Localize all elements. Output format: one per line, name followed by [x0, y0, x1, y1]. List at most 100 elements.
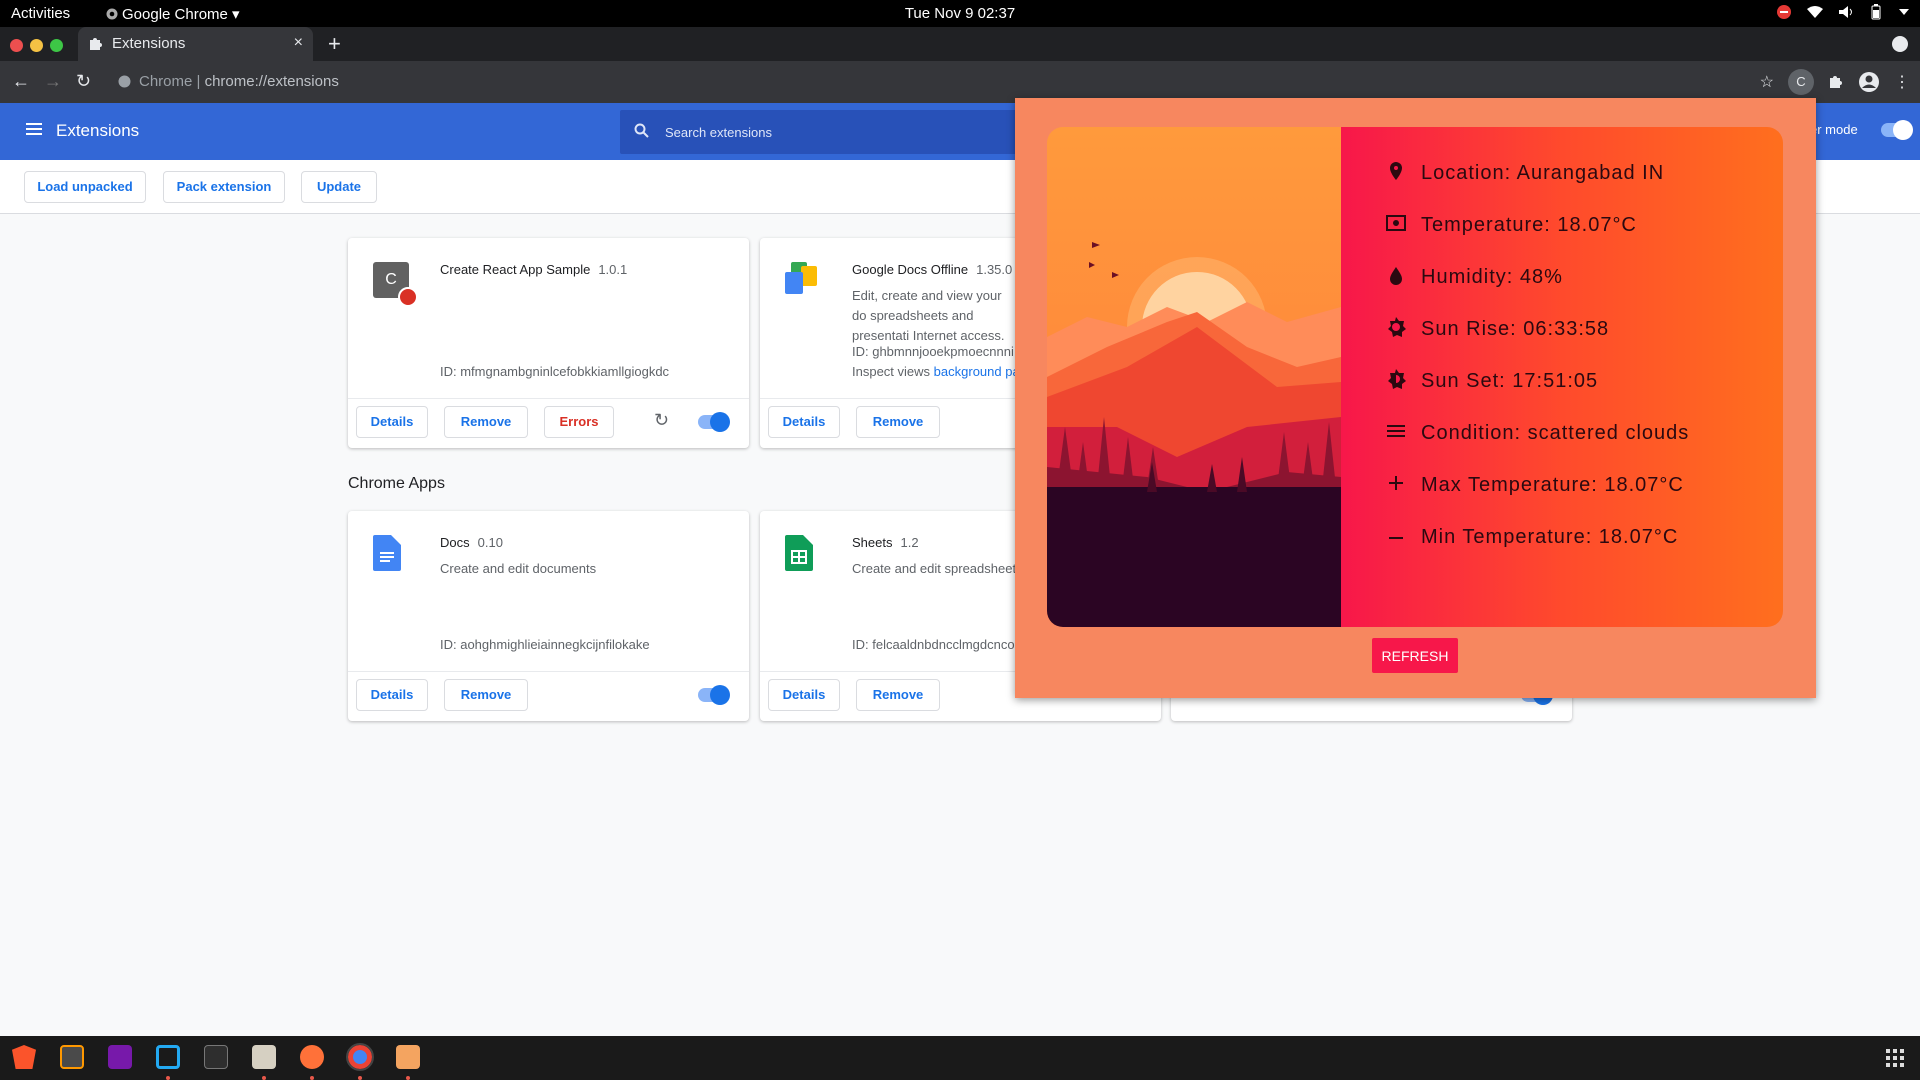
back-button[interactable]: ← [12, 71, 30, 92]
extension-title: Create React App Sample [440, 262, 591, 277]
browser-toolbar: ← → ↻ Chrome | chrome://extensions ☆ C ⋮ [0, 61, 1920, 103]
pin-icon [1390, 162, 1402, 180]
sun-icon [1388, 317, 1406, 337]
extension-c-icon: C [373, 262, 418, 307]
firefox-icon[interactable] [300, 1045, 324, 1069]
load-unpacked-button[interactable]: Load unpacked [24, 171, 146, 203]
sunset-landscape-illustration [1047, 127, 1341, 627]
extension-card-create-react-app: C Create React App Sample 1.0.1 ID: mfmgn… [348, 238, 749, 448]
running-indicator [262, 1076, 266, 1080]
url-text: chrome://extensions [204, 73, 339, 90]
extension-version: 1.35.0 [976, 262, 1013, 277]
errors-button[interactable]: Errors [544, 406, 614, 438]
extension-version: 1.0.1 [598, 262, 628, 277]
remove-button[interactable]: Remove [856, 406, 940, 438]
clock[interactable]: Tue Nov 9 02:37 [0, 5, 1920, 22]
enable-toggle[interactable] [698, 685, 730, 705]
extension-c-button[interactable]: C [1788, 69, 1814, 95]
pack-extension-button[interactable]: Pack extension [163, 171, 285, 203]
sunset-row: Sun Set: 17:51:05 [1388, 369, 1599, 393]
reload-button[interactable]: ↻ [76, 71, 91, 92]
window-controls [10, 39, 63, 52]
running-indicator [406, 1076, 410, 1080]
battery-icon [1871, 4, 1881, 20]
minimize-window-button[interactable] [30, 39, 43, 52]
kebab-menu-icon[interactable]: ⋮ [1894, 72, 1910, 92]
terminal-icon[interactable] [204, 1045, 228, 1069]
details-button[interactable]: Details [356, 679, 428, 711]
running-indicator [310, 1076, 314, 1080]
extension-title: Google Docs Offline [852, 262, 969, 277]
app-card-docs: Docs 0.10 Create and edit documents ID: a… [348, 511, 749, 721]
chrome-icon [118, 75, 131, 88]
extensions-puzzle-icon[interactable] [1828, 74, 1844, 90]
chrome-dock-icon[interactable] [346, 1043, 374, 1071]
wifi-icon [1807, 6, 1823, 18]
close-window-button[interactable] [10, 39, 23, 52]
error-badge-icon [398, 287, 418, 307]
bookmark-star-icon[interactable]: ☆ [1760, 72, 1774, 92]
system-top-bar: Activities Google Chrome ▾ Tue Nov 9 02:… [0, 0, 1920, 27]
volume-icon [1839, 6, 1852, 18]
forward-button[interactable]: → [44, 71, 62, 92]
inspect-views: Inspect views background pa [852, 364, 1020, 379]
condition-row: Condition: scattered clouds [1387, 422, 1689, 445]
sublime-text-icon[interactable] [60, 1045, 84, 1069]
address-bar[interactable]: Chrome | chrome://extensions [118, 73, 339, 90]
show-applications-grid-icon[interactable] [1886, 1049, 1904, 1067]
app-id: ID: felcaaldnbdncclmgdcnco [852, 637, 1015, 652]
docs-offline-icon [785, 262, 819, 296]
extension-name: Create React App Sample 1.0.1 [440, 262, 627, 277]
search-extensions-input[interactable]: Search extensions [620, 110, 1040, 154]
inspect-views-label: Inspect views [852, 364, 931, 379]
background-page-link[interactable]: background pa [934, 364, 1020, 379]
running-indicator [358, 1076, 362, 1080]
maximize-window-button[interactable] [50, 39, 63, 52]
app-version: 0.10 [477, 535, 503, 550]
update-button[interactable]: Update [301, 171, 377, 203]
profile-avatar-icon[interactable] [1858, 71, 1880, 93]
app-title: Docs [440, 535, 470, 550]
temperature-row: Temperature: 18.07°C [1386, 214, 1637, 237]
details-button[interactable]: Details [768, 679, 840, 711]
tab-search-button[interactable] [1892, 36, 1908, 52]
app-name: Docs 0.10 [440, 535, 503, 550]
puzzle-icon [90, 38, 102, 50]
reload-extension-icon[interactable]: ↻ [654, 410, 669, 431]
humidity-row: Humidity: 48% [1390, 266, 1563, 289]
max-temperature-row: Max Temperature: 18.07°C [1389, 474, 1684, 497]
details-button[interactable]: Details [356, 406, 428, 438]
weather-card: Location: Aurangabad IN Temperature: 18.… [1047, 127, 1783, 627]
humidity-text: Humidity: 48% [1421, 266, 1563, 288]
do-not-disturb-icon [1777, 5, 1791, 19]
app-description: Create and edit documents [440, 561, 597, 576]
vscode-icon[interactable] [156, 1045, 180, 1069]
drop-icon [1390, 267, 1402, 285]
files-icon[interactable] [252, 1045, 276, 1069]
tab-extensions[interactable]: Extensions × [78, 27, 313, 61]
docs-icon [373, 535, 401, 571]
tab-close-button[interactable]: × [294, 34, 303, 52]
sunset-text: Sun Set: 17:51:05 [1421, 370, 1599, 392]
app-version: 1.2 [900, 535, 919, 550]
plus-icon [1389, 476, 1403, 490]
minus-icon [1389, 537, 1403, 539]
system-tray[interactable] [1776, 4, 1910, 20]
onenote-icon[interactable] [108, 1045, 132, 1069]
remove-button[interactable]: Remove [444, 406, 528, 438]
details-button[interactable]: Details [768, 406, 840, 438]
hamburger-menu-icon[interactable] [26, 122, 42, 136]
developer-mode-toggle[interactable] [1881, 120, 1913, 140]
min-temperature-row: Min Temperature: 18.07°C [1389, 526, 1678, 549]
remove-button[interactable]: Remove [444, 679, 528, 711]
new-tab-button[interactable]: + [328, 31, 341, 57]
chrome-apps-heading: Chrome Apps [348, 475, 445, 492]
remove-button[interactable]: Remove [856, 679, 940, 711]
brave-browser-icon[interactable] [12, 1045, 36, 1069]
search-icon [634, 123, 649, 138]
enable-toggle[interactable] [698, 412, 730, 432]
app-icon[interactable] [396, 1045, 420, 1069]
sunset-icon [1388, 369, 1406, 389]
refresh-button[interactable]: REFRESH [1372, 638, 1458, 673]
weather-details-panel: Location: Aurangabad IN Temperature: 18.… [1341, 127, 1783, 627]
